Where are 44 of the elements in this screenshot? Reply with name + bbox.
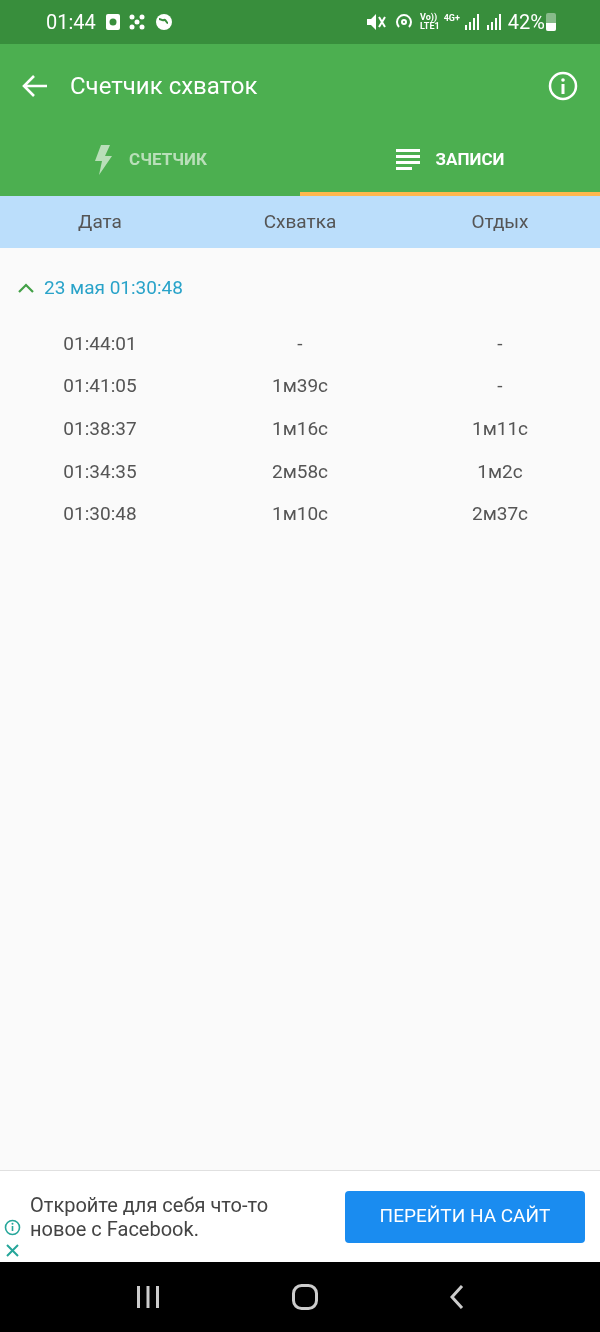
close-icon[interactable] xyxy=(5,1243,20,1258)
battery-percent: 42% xyxy=(507,9,545,36)
column-header: Схватка xyxy=(262,208,338,235)
lte-label: LTE1 xyxy=(420,22,440,31)
table-cell-text: 1м16с xyxy=(270,415,330,442)
mute-icon xyxy=(366,13,386,31)
table-cell-text: 01:34:35 xyxy=(62,458,138,485)
info-icon[interactable] xyxy=(4,1219,21,1236)
volte-label: Vo)) xyxy=(420,13,439,22)
ad-text: Откройте для себя что-то новое с Facebook. xyxy=(30,1192,270,1241)
caret-up-icon[interactable] xyxy=(18,283,34,294)
table-cell-text: - xyxy=(496,330,504,357)
notification-icon xyxy=(105,14,120,30)
app-title: Счетчик схваток xyxy=(70,71,258,102)
battery-icon xyxy=(546,13,556,31)
signal-icon xyxy=(485,14,502,30)
network-label: 4G+ xyxy=(443,12,460,25)
table-cell-text: 1м10с xyxy=(270,501,330,528)
table-cell-text: 1м39с xyxy=(270,373,330,400)
table-cell-text: 1м2с xyxy=(476,458,524,485)
clock: 01:44 xyxy=(46,9,96,36)
recent-apps-icon[interactable] xyxy=(136,1286,160,1308)
table-cell-text: 01:38:37 xyxy=(62,415,138,442)
column-header: Отдых xyxy=(470,208,530,235)
table-cell-text: - xyxy=(496,373,504,400)
lightning-icon xyxy=(93,145,114,175)
table-cell-text: 1м11с xyxy=(470,415,530,442)
back-arrow-icon[interactable] xyxy=(22,74,48,98)
tab-label: ЗАПИСИ xyxy=(435,148,505,172)
table-cell-text: - xyxy=(296,330,304,357)
signal-icon xyxy=(463,14,480,30)
table-cell-text: 01:44:01 xyxy=(62,330,138,357)
back-icon[interactable] xyxy=(450,1285,464,1309)
table-cell-text: 2м58с xyxy=(270,458,330,485)
tab[interactable]: СЧЕТЧИК xyxy=(0,128,300,196)
visit-site-button[interactable]: ПЕРЕЙТИ НА САЙТ xyxy=(345,1190,585,1243)
group-date[interactable]: 23 мая 01:30:48 xyxy=(44,274,183,303)
list-icon xyxy=(395,149,420,171)
table-cell-text: 01:41:05 xyxy=(62,373,138,400)
home-icon[interactable] xyxy=(292,1284,318,1310)
tab-label: СЧЕТЧИК xyxy=(129,148,207,172)
table-cell-text: 01:30:48 xyxy=(62,501,138,528)
column-header: Дата xyxy=(77,208,123,235)
table-cell-text: 2м37с xyxy=(470,501,530,528)
